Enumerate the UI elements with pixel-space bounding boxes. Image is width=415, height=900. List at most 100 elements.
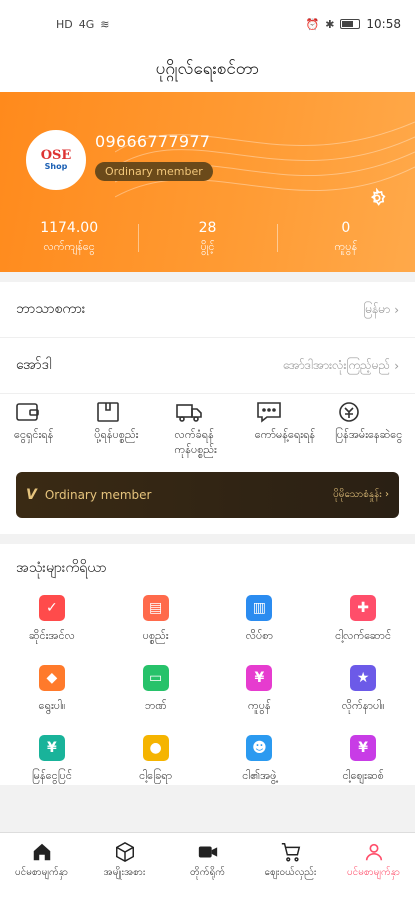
- tool-select-label: ရွေးပါ။: [38, 698, 66, 712]
- orders-view-all: အော်ဒါအားလုံးကြည့်မည်: [282, 357, 391, 372]
- vip-banner[interactable]: V Ordinary member ပိုမိုသောစံနှုန်း ›: [16, 471, 399, 518]
- tool-quick-pay-label: မြန်ငွေပြင်: [31, 768, 72, 782]
- signal-icon: 4G: [78, 17, 95, 31]
- home-icon: [33, 843, 50, 861]
- stat-balance[interactable]: 1174.00 လက်ကျန်ငွေ: [0, 220, 138, 256]
- alarm-icon: ⏰: [305, 17, 320, 31]
- language-value-wrap: မြန်မာ ›: [363, 301, 399, 319]
- stat-points-label: ပွိုင့်: [200, 240, 215, 253]
- tool-bank[interactable]: ▭ ဘဏ်: [104, 664, 208, 715]
- language-value: မြန်မာ: [363, 301, 391, 316]
- user-icon: [365, 843, 382, 861]
- quick-action-to-receive[interactable]: လက်ခံရန်ကုန်ပစ္စည်း: [175, 400, 245, 458]
- nav-category-label: အမျိုးအစား: [103, 867, 146, 878]
- quick-action-to-receive-label: လက်ခံရန်ကုန်ပစ္စည်း: [174, 428, 217, 456]
- battery-icon: [340, 19, 361, 29]
- member-level-badge: Ordinary member: [95, 162, 213, 181]
- star-icon: ★: [350, 664, 377, 691]
- personal-center-screen: HD 4G ≋ ⏰ ✱ 10:58 ပုဂ္ဂိုလ်ရေးစင်တာ OSE …: [0, 0, 415, 900]
- nav-profile[interactable]: ပင်မစာမျက်နှာ: [332, 833, 415, 900]
- stat-points[interactable]: 28 ပွိုင့်: [138, 220, 276, 256]
- avatar-logo-text: OSE: [40, 148, 72, 163]
- orders-row[interactable]: အော်ဒါ အော်ဒါအားလုံးကြည့်မည် ›: [0, 338, 415, 394]
- truck-icon: [175, 404, 202, 422]
- hd-badge: HD: [56, 17, 73, 31]
- tool-bargain[interactable]: ¥ ငါ့ဈေးဆစ်: [311, 734, 415, 785]
- bank-card-icon: ▭: [142, 664, 169, 691]
- tool-follow[interactable]: ★ လိုက်နာပါ။: [311, 664, 415, 715]
- stat-coupons[interactable]: 0 ကူပွန်: [276, 220, 415, 256]
- tool-coupon[interactable]: ¥ ကူပွန်: [208, 664, 312, 715]
- tool-quick-pay[interactable]: ¥ မြန်ငွေပြင်: [0, 734, 104, 785]
- avatar[interactable]: OSE Shop: [26, 130, 86, 190]
- tool-team[interactable]: ☻ ငါ၏အဖွဲ့: [208, 734, 312, 785]
- tool-gift[interactable]: ✚ ငါ့လက်ဆောင်: [311, 594, 415, 645]
- status-time: 10:58: [366, 17, 401, 31]
- language-row[interactable]: ဘာသာစကား မြန်မာ ›: [0, 282, 415, 338]
- bottom-nav: ပင်မစာမျက်နှာ အမျိုးအစား တိုက်ရိုက် ဈေးဝ…: [0, 832, 415, 900]
- gear-icon[interactable]: [367, 188, 387, 208]
- vip-bar-wrap: V Ordinary member ပိုမိုသောစံနှုန်း ›: [0, 463, 415, 534]
- stat-balance-value: 1174.00: [40, 220, 99, 236]
- tool-checkin[interactable]: ✓ ဆိုင်းအင်လ: [0, 594, 104, 645]
- stat-balance-label: လက်ကျန်ငွေ: [43, 240, 95, 253]
- order-quick-actions: ငွေရှင်းရန် ပို့ရန်ပစ္စည်း လက်ခံရန်ကုန်ပ…: [0, 394, 415, 464]
- vip-banner-left: V Ordinary member: [26, 487, 151, 503]
- vip-banner-right: ပိုမိုသောစံနှုန်း ›: [333, 487, 389, 502]
- stat-coupons-label: ကူပွန်: [334, 240, 358, 253]
- nav-cart-label: ဈေးဝယ်လှည်း: [264, 867, 317, 878]
- profile-header: OSE Shop 09666777977 Ordinary member 117…: [0, 92, 415, 272]
- package-icon: [97, 402, 120, 422]
- tool-address[interactable]: ▥ လိပ်စာ: [208, 594, 312, 645]
- settings-list: ဘာသာစကား မြန်မာ › အော်ဒါ အော်ဒါအားလုံးကြ…: [0, 282, 415, 394]
- orders-label: အော်ဒါ: [16, 357, 52, 373]
- team-icon: ☻: [246, 734, 273, 761]
- avatar-logo-sub: Shop: [44, 162, 68, 171]
- tool-follow-label: လိုက်နာပါ။: [341, 698, 385, 712]
- common-tools-section: အသုံးများကိရိယာ ✓ ဆိုင်းအင်လ ▤ ပစ္စည်း ▥…: [0, 543, 415, 785]
- nav-home[interactable]: ပင်မစာမျက်နှာ: [0, 833, 83, 900]
- vip-badge: V: [26, 486, 37, 503]
- chevron-right-icon: ›: [394, 302, 399, 317]
- tool-address-label: လိပ်စာ: [245, 628, 274, 642]
- calendar-icon: ✓: [38, 594, 65, 621]
- tool-footprint[interactable]: ● ငါ့ခြေရာ: [104, 734, 208, 785]
- bluetooth-icon: ✱: [325, 17, 335, 31]
- location-icon: ●: [142, 734, 169, 761]
- tool-team-label: ငါ၏အဖွဲ့: [242, 768, 277, 782]
- tools-grid: ✓ ဆိုင်းအင်လ ▤ ပစ္စည်း ▥ လိပ်စာ ✚ ငါ့လက်…: [0, 594, 415, 785]
- box-icon: [115, 841, 134, 863]
- quick-action-refund[interactable]: ပြန်အမ်းနေဆဲငွေ: [335, 400, 405, 458]
- orders-value-wrap: အော်ဒါအားလုံးကြည့်မည် ›: [283, 357, 399, 375]
- chevron-right-icon: ›: [394, 358, 399, 373]
- nav-profile-label: ပင်မစာမျက်နှာ: [346, 867, 401, 878]
- tool-gift-label: ငါ့လက်ဆောင်: [335, 628, 392, 642]
- quick-action-to-ship-label: ပို့ရန်ပစ္စည်း: [94, 428, 139, 441]
- nav-live[interactable]: တိုက်ရိုက်: [166, 833, 249, 900]
- diamond-icon: ◆: [38, 664, 65, 691]
- status-right: ⏰ ✱ 10:58: [305, 17, 401, 31]
- card-icon: ▤: [142, 594, 169, 621]
- nav-cart[interactable]: ဈေးဝယ်လှည်း: [249, 833, 332, 900]
- tool-bargain-label: ငါ့ဈေးဆစ်: [342, 768, 384, 782]
- quick-action-to-ship[interactable]: ပို့ရန်ပစ္စည်း: [94, 400, 164, 458]
- refund-icon: [339, 402, 359, 422]
- tool-goods-label: ပစ္စည်း: [142, 628, 169, 642]
- stat-coupons-value: 0: [341, 220, 351, 236]
- tool-goods[interactable]: ▤ ပစ္စည်း: [104, 594, 208, 645]
- vip-more-label: ပိုမိုသောစံနှုန်း: [333, 489, 382, 501]
- cart-icon: [281, 843, 300, 862]
- quick-action-pay-label: ငွေရှင်းရန်: [14, 428, 54, 441]
- tool-bank-label: ဘဏ်: [144, 698, 167, 712]
- wallet-icon: ¥: [38, 734, 65, 761]
- profile-stats: 1174.00 လက်ကျန်ငွေ 28 ပွိုင့် 0 ကူပွန်: [0, 220, 415, 256]
- nav-category[interactable]: အမျိုးအစား: [83, 833, 166, 900]
- quick-action-review[interactable]: ကော်မန့်ရေးရန်: [255, 400, 325, 458]
- tool-select[interactable]: ◆ ရွေးပါ။: [0, 664, 104, 715]
- language-label: ဘာသာစကား: [16, 301, 86, 317]
- discount-icon: ¥: [350, 734, 377, 761]
- vip-level-label: Ordinary member: [44, 487, 152, 502]
- quick-action-refund-label: ပြန်အမ်းနေဆဲငွေ: [335, 428, 403, 441]
- common-tools-title: အသုံးများကိရိယာ: [16, 559, 107, 576]
- quick-action-pay[interactable]: ငွေရှင်းရန်: [14, 400, 84, 458]
